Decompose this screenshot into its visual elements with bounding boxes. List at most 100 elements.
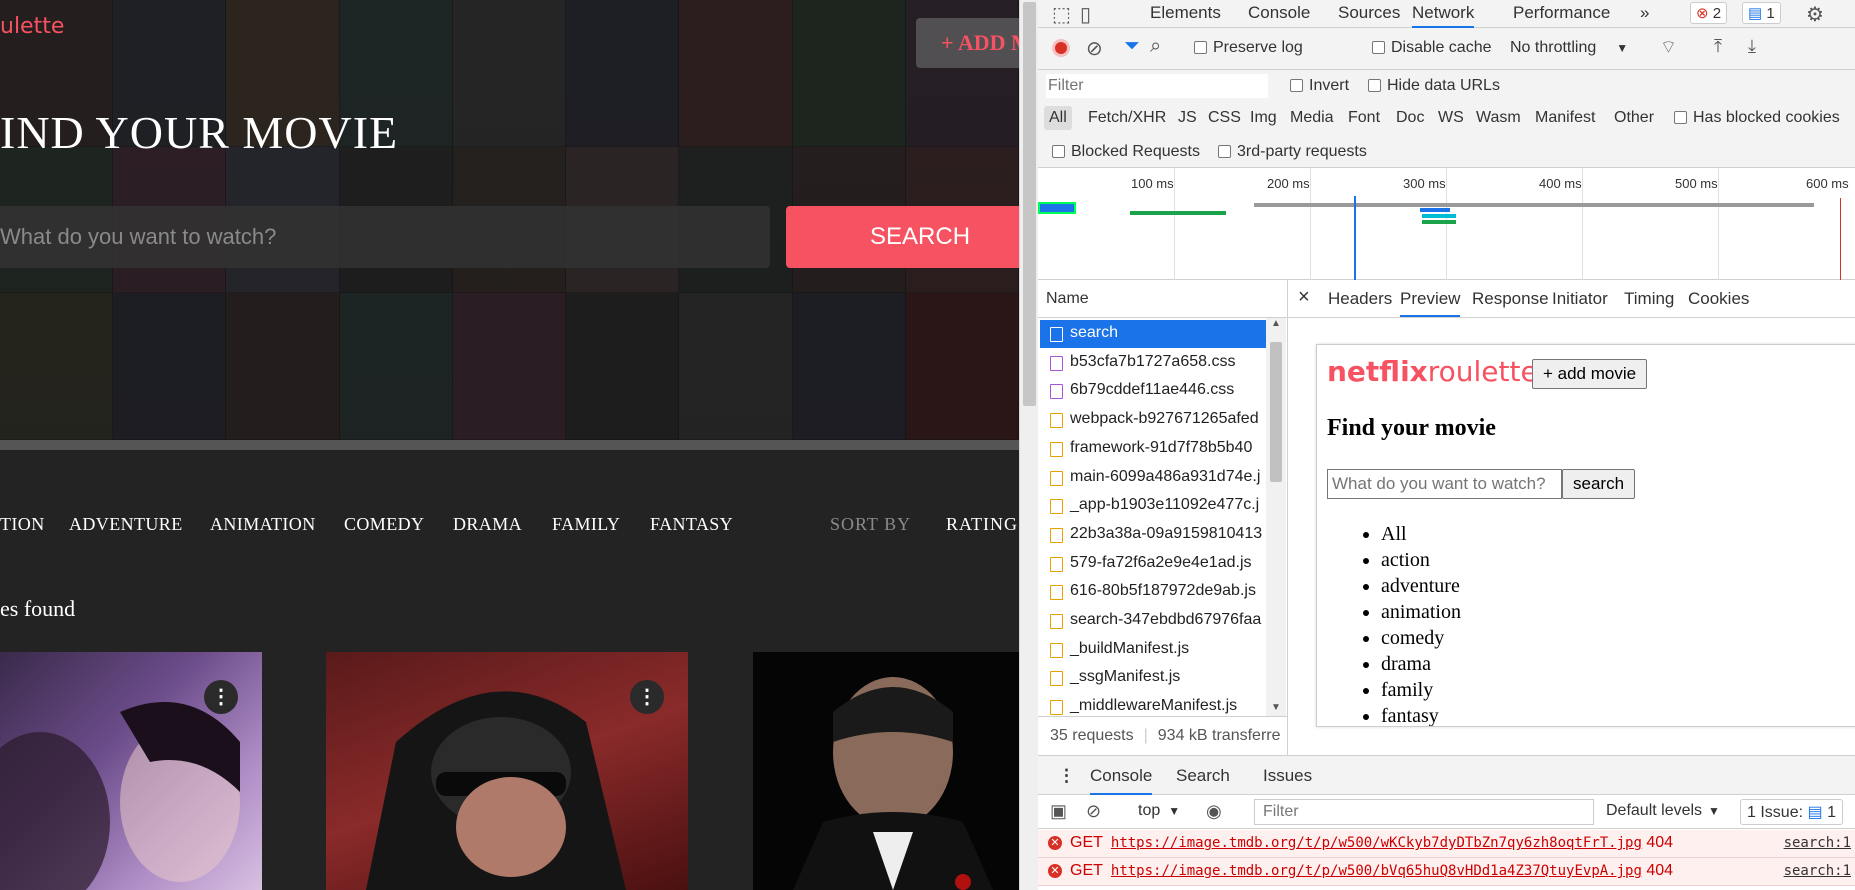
tab-performance[interactable]: Performance <box>1513 3 1610 23</box>
app-logo[interactable]: ulette <box>0 14 64 39</box>
error-source-link[interactable]: search:1 <box>1784 835 1851 851</box>
tab-response[interactable]: Response <box>1472 289 1549 309</box>
tab-console[interactable]: Console <box>1248 3 1310 23</box>
movie-card[interactable]: ⋮ <box>0 652 262 890</box>
error-count-badge[interactable]: ⊗ 2 <box>1690 2 1728 24</box>
error-source-link[interactable]: search:1 <box>1784 863 1851 879</box>
type-other[interactable]: Other <box>1614 109 1654 127</box>
throttling-select[interactable]: No throttling ▼ <box>1510 39 1628 57</box>
request-row[interactable]: search <box>1040 320 1266 348</box>
blocked-requests-checkbox[interactable]: Blocked Requests <box>1052 143 1200 161</box>
movie-card[interactable] <box>753 652 1019 890</box>
request-row[interactable]: 6b79cddef11ae446.css <box>1040 377 1266 405</box>
tab-network[interactable]: Network <box>1412 3 1475 28</box>
type-fetch-xhr[interactable]: Fetch/XHR <box>1088 109 1166 127</box>
request-row[interactable]: main-6099a486a931d74e.j <box>1040 464 1266 492</box>
add-movie-button[interactable]: + ADD MOVIE <box>916 18 1019 68</box>
genre-comedy[interactable]: COMEDY <box>344 514 424 535</box>
third-party-checkbox[interactable]: 3rd-party requests <box>1218 143 1367 161</box>
request-row[interactable]: framework-91d7f78b5b40 <box>1040 435 1266 463</box>
drawer-tab-issues[interactable]: Issues <box>1263 766 1312 786</box>
drawer-tab-search[interactable]: Search <box>1176 766 1230 786</box>
request-row[interactable]: 579-fa72f6a2e9e4e1ad.js <box>1040 550 1266 578</box>
genre-family[interactable]: FAMILY <box>552 514 620 535</box>
request-row[interactable]: _buildManifest.js <box>1040 636 1266 664</box>
genre-fantasy[interactable]: FANTASY <box>650 514 733 535</box>
filter-icon[interactable]: ⏷ <box>1124 35 1140 58</box>
type-ws[interactable]: WS <box>1438 109 1464 127</box>
genre-adventure[interactable]: ADVENTURE <box>69 514 183 535</box>
type-doc[interactable]: Doc <box>1396 109 1424 127</box>
page-scrollbar[interactable] <box>1019 0 1038 890</box>
type-font[interactable]: Font <box>1348 109 1380 127</box>
request-row[interactable]: 616-80b5f187972de9ab.js <box>1040 578 1266 606</box>
request-row[interactable]: search-347ebdbd67976faa <box>1040 607 1266 635</box>
export-har-icon[interactable]: ⤓ <box>1748 36 1756 57</box>
scroll-up-icon[interactable]: ▲ <box>1271 318 1281 329</box>
settings-gear-icon[interactable]: ⚙ <box>1806 2 1824 27</box>
preserve-log-checkbox[interactable]: Preserve log <box>1194 39 1303 57</box>
drawer-menu-icon[interactable]: ⋮ <box>1058 766 1075 786</box>
clear-console-icon[interactable]: ⊘ <box>1086 801 1101 822</box>
sort-by-select[interactable]: RATING <box>946 514 1018 535</box>
invert-checkbox[interactable]: Invert <box>1290 77 1349 95</box>
request-row[interactable]: _ssgManifest.js <box>1040 664 1266 692</box>
search-button[interactable]: SEARCH <box>786 206 1019 268</box>
genre-drama[interactable]: DRAMA <box>453 514 522 535</box>
close-icon[interactable]: × <box>1298 286 1310 309</box>
has-blocked-cookies-checkbox[interactable]: Has blocked cookies <box>1674 109 1840 127</box>
name-column-header[interactable]: Name <box>1038 280 1288 318</box>
type-css[interactable]: CSS <box>1208 109 1241 127</box>
record-icon[interactable] <box>1052 39 1070 57</box>
error-url-link[interactable]: https://image.tmdb.org/t/p/w500/wKCkyb7d… <box>1111 835 1642 851</box>
context-select[interactable]: top ▼ <box>1138 802 1180 820</box>
tab-sources[interactable]: Sources <box>1338 3 1400 23</box>
tab-elements[interactable]: Elements <box>1150 3 1221 23</box>
movie-card[interactable]: ⋮ <box>326 652 688 890</box>
request-row[interactable]: b53cfa7b1727a658.css <box>1040 349 1266 377</box>
type-wasm[interactable]: Wasm <box>1476 109 1521 127</box>
request-row[interactable]: webpack-b927671265afed <box>1040 406 1266 434</box>
inspect-element-icon[interactable]: ⬚ <box>1052 2 1071 27</box>
device-toolbar-icon[interactable]: ▯ <box>1080 2 1091 27</box>
type-manifest[interactable]: Manifest <box>1535 109 1595 127</box>
live-expression-eye-icon[interactable]: ◉ <box>1206 801 1222 822</box>
clear-icon[interactable]: ⊘ <box>1086 36 1103 61</box>
search-icon[interactable]: ⌕ <box>1150 35 1161 58</box>
preview-search-button[interactable]: search <box>1562 469 1636 499</box>
more-tabs-icon[interactable]: » <box>1640 3 1649 23</box>
disable-cache-checkbox[interactable]: Disable cache <box>1372 39 1492 57</box>
network-timeline[interactable]: 100 ms 200 ms 300 ms 400 ms 500 ms 600 m… <box>1038 168 1855 280</box>
message-count-badge[interactable]: ▤ 1 <box>1742 2 1781 24</box>
issues-counter[interactable]: 1 Issue: ▤ 1 <box>1740 799 1843 825</box>
tab-cookies[interactable]: Cookies <box>1688 289 1749 309</box>
tab-timing[interactable]: Timing <box>1624 289 1674 309</box>
type-all[interactable]: All <box>1044 106 1072 130</box>
drawer-tab-console[interactable]: Console <box>1090 766 1153 795</box>
error-url-link[interactable]: https://image.tmdb.org/t/p/w500/bVq65huQ… <box>1111 863 1642 879</box>
preview-add-movie-button[interactable]: + add movie <box>1532 359 1648 389</box>
hide-data-urls-checkbox[interactable]: Hide data URLs <box>1368 77 1500 95</box>
type-js[interactable]: JS <box>1178 109 1197 127</box>
request-list-scrollbar[interactable]: ▲ ▼ <box>1266 318 1286 716</box>
preview-search-input[interactable] <box>1327 469 1562 499</box>
request-row[interactable]: 22b3a38a-09a9159810413 <box>1040 521 1266 549</box>
log-levels-select[interactable]: Default levels ▼ <box>1606 802 1720 820</box>
network-conditions-icon[interactable]: ⌔ <box>1660 36 1677 59</box>
scroll-down-icon[interactable]: ▼ <box>1271 702 1281 713</box>
card-menu-icon[interactable]: ⋮ <box>204 680 238 714</box>
genre-animation[interactable]: ANIMATION <box>210 514 316 535</box>
tab-headers[interactable]: Headers <box>1328 289 1392 309</box>
console-filter-input[interactable]: Filter <box>1254 799 1594 825</box>
tab-initiator[interactable]: Initiator <box>1552 289 1608 309</box>
import-har-icon[interactable]: ⤒ <box>1714 36 1722 57</box>
type-img[interactable]: Img <box>1250 109 1277 127</box>
request-row[interactable]: _app-b1903e11092e477c.j <box>1040 492 1266 520</box>
genre-action[interactable]: TION <box>0 514 45 535</box>
sidebar-toggle-icon[interactable]: ▣ <box>1050 801 1067 822</box>
card-menu-icon[interactable]: ⋮ <box>630 680 664 714</box>
network-filter-input[interactable] <box>1046 74 1268 98</box>
search-input[interactable] <box>0 206 770 268</box>
type-media[interactable]: Media <box>1290 109 1334 127</box>
tab-preview[interactable]: Preview <box>1400 289 1461 317</box>
